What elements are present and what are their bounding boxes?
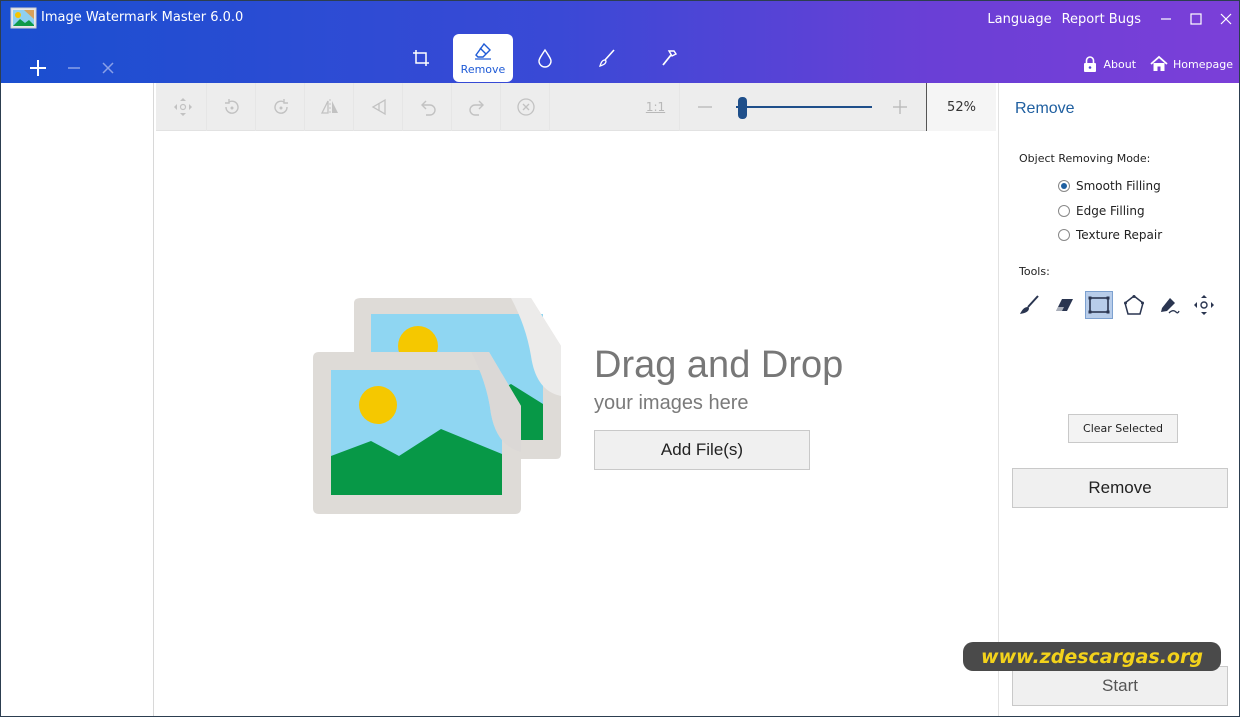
move-button[interactable] [159,83,207,131]
cancel-circle-icon [516,98,535,116]
title-bar-controls: Language Report Bugs [987,1,1239,37]
tool-rectangle-select[interactable] [1085,291,1113,319]
panel-title: Remove [1015,100,1075,117]
tool-move[interactable] [1190,291,1218,319]
brush-icon [1020,295,1039,314]
flip-horizontal-icon [320,99,338,115]
minimize-button[interactable] [1151,1,1181,37]
actual-size-button[interactable]: 1:1 [632,83,680,131]
mode-tabs: Remove [391,34,701,82]
maximize-button[interactable] [1181,1,1211,37]
polygon-select-icon [1124,295,1144,315]
tab-crop[interactable] [391,34,451,82]
undo-icon [420,100,436,116]
drop-canvas[interactable] [156,132,996,712]
start-button[interactable]: Start [1012,666,1228,706]
header-bar: Image Watermark Master 6.0.0 Language Re… [1,1,1239,83]
radio-smooth-filling-label: Smooth Filling [1076,179,1161,193]
homepage-label: Homepage [1173,57,1233,71]
redo-icon [468,100,484,116]
images-illustration-icon [311,296,566,516]
rectangle-select-icon [1088,296,1110,314]
eraser-icon [475,42,491,60]
zoom-in-button[interactable] [876,83,924,131]
flip-vertical-icon [371,98,386,116]
tab-tools[interactable] [639,34,699,82]
radio-texture-repair[interactable]: Texture Repair [1058,228,1162,242]
zoom-out-button[interactable] [681,83,729,131]
tool-pen[interactable] [1155,291,1183,319]
image-list-pane [1,83,154,716]
tab-remove-label: Remove [460,62,506,76]
pen-icon [1161,298,1180,314]
app-window: Image Watermark Master 6.0.0 Language Re… [0,0,1240,717]
actual-size-label: 1:1 [645,100,666,114]
app-logo-icon [10,7,37,29]
redo-button[interactable] [453,83,501,131]
minimize-icon [1161,18,1171,20]
site-watermark: www.zdescargas.org [963,642,1221,671]
homepage-link[interactable]: Homepage [1150,55,1233,73]
tab-remove[interactable]: Remove [453,34,513,82]
plus-icon [30,60,46,76]
undo-button[interactable] [404,83,452,131]
tool-brush[interactable] [1015,291,1043,319]
rotate-right-icon [273,99,288,114]
rotate-right-button[interactable] [257,83,305,131]
drag-drop-title: Drag and Drop [594,344,844,386]
remove-button[interactable]: Remove [1012,468,1228,508]
radio-edge-filling[interactable]: Edge Filling [1058,204,1145,218]
maximize-icon [1190,13,1202,25]
home-icon [1150,55,1168,71]
clear-images-button[interactable] [95,55,121,81]
flip-vertical-button[interactable] [355,83,403,131]
minus-icon [68,67,80,69]
radio-unchecked-icon [1058,229,1070,241]
remove-settings-panel: Remove Object Removing Mode: Smooth Fill… [998,83,1239,716]
zoom-percent: 52% [926,83,996,131]
close-button[interactable] [1211,1,1239,37]
x-icon [102,62,114,74]
report-bugs-link[interactable]: Report Bugs [1062,12,1141,27]
drop-icon [538,48,552,68]
zoom-slider-track[interactable] [736,106,872,108]
eraser-icon [1056,299,1073,311]
tab-watermark[interactable] [515,34,575,82]
move-icon [1194,295,1214,315]
brush-icon [598,49,615,68]
clear-selected-button[interactable]: Clear Selected [1068,414,1178,443]
zoom-out-icon [698,106,712,108]
move-icon [173,98,192,116]
close-icon [1220,13,1232,25]
radio-checked-icon [1058,180,1070,192]
app-title: Image Watermark Master 6.0.0 [41,10,244,25]
zoom-in-icon [893,100,907,114]
tools-label: Tools: [1019,265,1050,278]
flip-horizontal-button[interactable] [306,83,354,131]
about-link[interactable]: About [1081,55,1137,73]
radio-texture-repair-label: Texture Repair [1076,228,1163,242]
rotate-left-icon [224,99,239,114]
radio-unchecked-icon [1058,205,1070,217]
hammer-icon [662,50,678,66]
radio-edge-filling-label: Edge Filling [1076,204,1145,218]
lock-icon [1083,56,1096,72]
tab-brush[interactable] [577,34,637,82]
add-files-button[interactable]: Add File(s) [594,430,810,470]
language-link[interactable]: Language [987,12,1051,27]
header-right-links: About Homepage [1067,55,1233,73]
radio-smooth-filling[interactable]: Smooth Filling [1058,179,1161,193]
removing-mode-label: Object Removing Mode: [1019,152,1151,165]
selection-tools [1015,291,1225,319]
add-image-button[interactable] [25,55,51,81]
crop-icon [413,50,429,66]
cancel-button[interactable] [502,83,550,131]
drag-drop-subtitle: your images here [594,392,749,414]
zoom-slider-thumb[interactable] [738,97,747,119]
tool-eraser[interactable] [1050,291,1078,319]
rotate-left-button[interactable] [208,83,256,131]
tool-polygon-select[interactable] [1120,291,1148,319]
about-label: About [1103,57,1137,71]
remove-image-button[interactable] [61,55,87,81]
